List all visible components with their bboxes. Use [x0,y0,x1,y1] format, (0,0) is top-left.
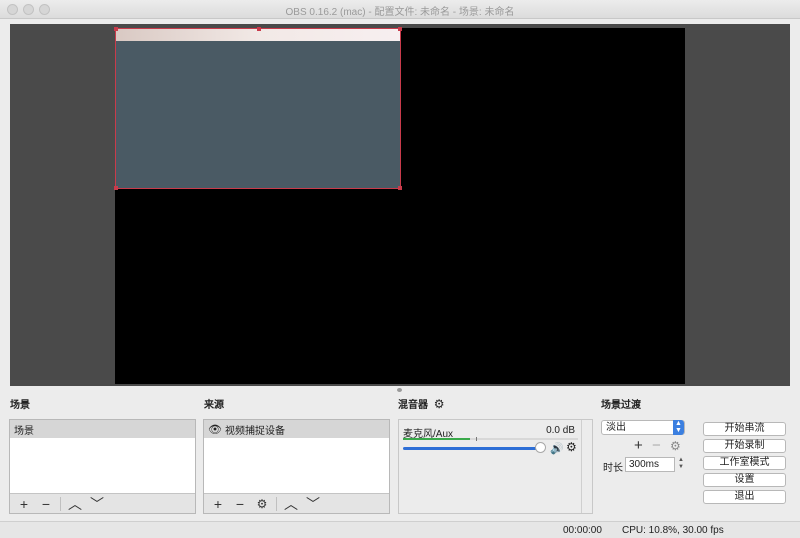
mixer-channel-db: 0.0 dB [546,425,575,436]
chevron-up-icon[interactable]: ︿ [280,495,302,513]
toolbar-divider [60,496,61,511]
scenes-list[interactable]: 场景 + − ︿ ﹀ [9,419,196,514]
resize-handle-top-right[interactable] [398,27,402,31]
sources-dock-title: 来源 [204,400,224,411]
gear-icon[interactable]: ⚙ [670,439,681,453]
window-title: OBS 0.16.2 (mac) - 配置文件: 未命名 - 场景: 未命名 [285,7,515,18]
splitter-handle[interactable] [397,388,402,392]
resize-handle-bottom-right[interactable] [398,186,402,190]
resize-handle-bottom-left[interactable] [114,186,118,190]
sources-toolbar: + − ⚙ ︿ ﹀ [204,493,389,513]
gear-icon[interactable]: ⚙ [566,440,577,454]
volume-meter-fill [403,438,470,440]
mixer-title: 混音器 [398,400,428,411]
eye-icon[interactable]: 👁 [208,423,222,436]
resize-handle-top[interactable] [257,27,261,31]
scenes-toolbar: + − ︿ ﹀ [10,493,195,513]
mixer-panel: 麦克风/Aux 0.0 dB 🔊 ⚙ [398,419,593,514]
scenes-dock-title: 场景 [10,400,30,411]
transition-select[interactable]: 淡出 ▲ ▼ [601,420,685,435]
plus-icon[interactable]: + [13,495,35,513]
minus-icon[interactable]: − [652,437,661,454]
chevron-down-icon[interactable]: ﹀ [86,495,108,513]
mixer-channel: 麦克风/Aux 0.0 dB 🔊 ⚙ [399,420,582,513]
source-list-item[interactable]: 👁 视频捕捉设备 [204,420,389,438]
studio-mode-button[interactable]: 工作室模式 [703,456,786,470]
status-time: 00:00:00 [563,525,602,536]
minus-icon[interactable]: − [35,495,57,513]
source-name: 视频捕捉设备 [224,425,285,437]
video-capture-source-preview[interactable] [114,27,402,190]
scene-list-item[interactable]: 场景 [10,420,195,438]
plus-icon[interactable]: + [207,495,229,513]
resize-handle-top-left[interactable] [114,27,118,31]
title-bar: OBS 0.16.2 (mac) - 配置文件: 未命名 - 场景: 未命名 [0,0,800,19]
start-recording-button[interactable]: 开始录制 [703,439,786,453]
exit-button[interactable]: 退出 [703,490,786,504]
volume-meter-peak [476,437,477,441]
plus-icon[interactable]: + [634,437,643,454]
mixer-dock-title: 混音器 ⚙ [398,396,445,411]
settings-button[interactable]: 设置 [703,473,786,487]
minus-icon[interactable]: − [229,495,251,513]
gear-icon[interactable]: ⚙ [251,495,273,513]
transition-selected: 淡出 [606,422,626,433]
transitions-dock-title: 场景过渡 [601,400,641,411]
status-cpu: CPU: 10.8%, 30.00 fps [622,525,724,536]
chevron-up-icon[interactable]: ︿ [64,495,86,513]
gear-icon[interactable]: ⚙ [434,397,445,411]
chevron-updown-icon: ▲ ▼ [673,420,684,435]
status-bar: 00:00:00 CPU: 10.8%, 30.00 fps [0,521,800,538]
chevron-down-icon[interactable]: ﹀ [302,495,324,513]
speaker-icon[interactable]: 🔊 [550,442,564,455]
volume-slider-handle[interactable] [535,442,546,453]
duration-input[interactable]: 300ms [625,457,675,472]
start-streaming-button[interactable]: 开始串流 [703,422,786,436]
duration-stepper[interactable]: ▲ ▼ [677,457,685,472]
duration-label: 时长 [603,463,623,474]
sources-list[interactable]: 👁 视频捕捉设备 + − ⚙ ︿ ﹀ [203,419,390,514]
volume-slider[interactable] [403,447,543,450]
volume-meter [403,437,578,441]
toolbar-divider [276,496,277,511]
